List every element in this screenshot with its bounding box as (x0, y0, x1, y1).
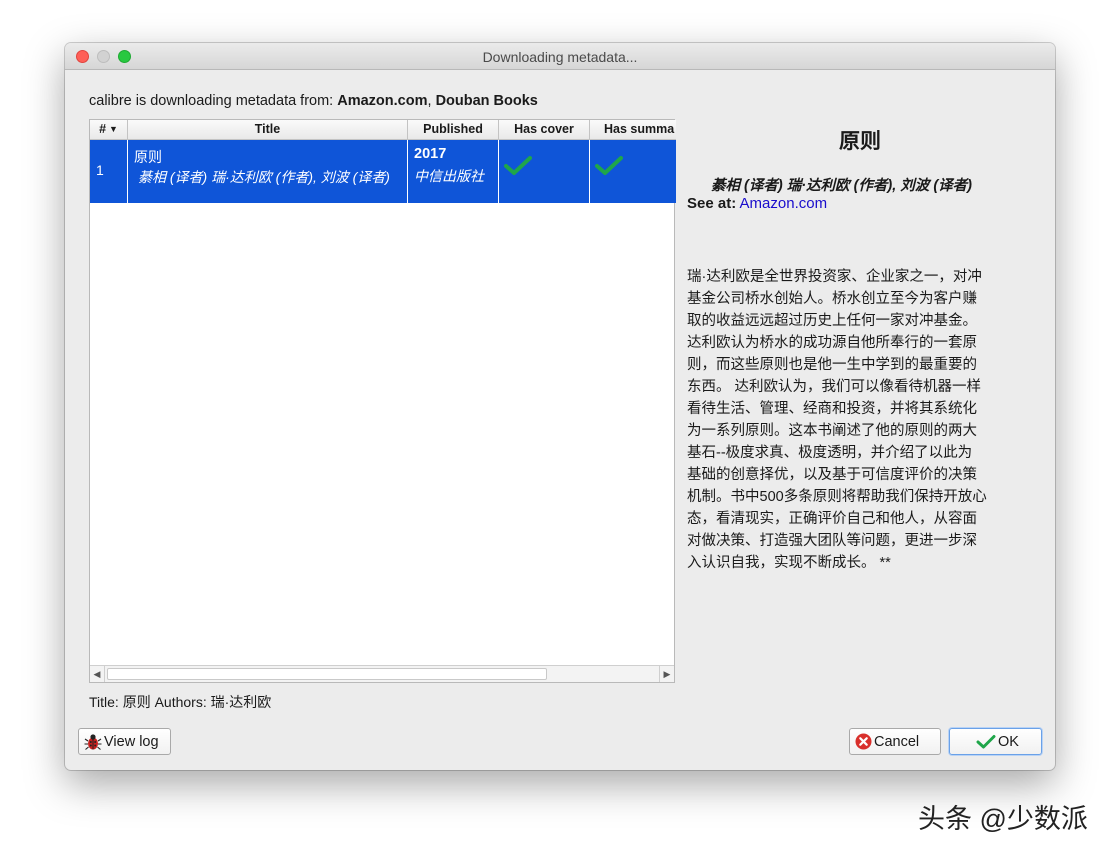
source-douban: Douban Books (435, 93, 538, 109)
checkmark-icon (976, 734, 996, 750)
scrollbar-thumb[interactable] (107, 668, 547, 680)
cell-published: 2017 中信出版社 (408, 140, 499, 203)
window-title: Downloading metadata... (482, 49, 638, 65)
cancel-button[interactable]: Cancel (849, 728, 941, 755)
column-header-published[interactable]: Published (408, 120, 499, 140)
download-source-line: calibre is downloading metadata from: Am… (89, 93, 538, 109)
details-title: 原则 (839, 130, 881, 153)
column-header-number-label: # (99, 122, 107, 136)
cancel-icon (855, 733, 872, 750)
selection-status: Title: 原则 Authors: 瑞·达利欧 (89, 694, 272, 710)
scroll-right-arrow-icon[interactable]: ▶ (659, 666, 674, 682)
cell-number: 1 (90, 140, 128, 203)
row-number: 1 (96, 162, 104, 178)
cell-title: 原则 綦相 (译者) 瑞·达利欧 (作者), 刘波 (译者) (128, 140, 408, 203)
source-prefix: calibre is downloading metadata from: (89, 93, 338, 109)
cancel-label: Cancel (874, 733, 920, 750)
view-log-label: View log (104, 733, 159, 750)
row-year: 2017 (414, 146, 447, 162)
metadata-download-window: Downloading metadata... calibre is downl… (65, 43, 1055, 770)
column-header-has-summary[interactable]: Has summa (590, 120, 676, 140)
bug-icon (84, 733, 102, 751)
column-header-title[interactable]: Title (128, 120, 408, 140)
scroll-left-arrow-icon[interactable]: ◀ (90, 666, 105, 682)
ok-label: OK (998, 733, 1019, 750)
row-authors: 綦相 (译者) 瑞·达利欧 (作者), 刘波 (译者) (138, 169, 390, 185)
row-title: 原则 (134, 149, 162, 165)
row-publisher: 中信出版社 (414, 168, 484, 184)
sort-descending-icon: ▼ (109, 124, 118, 134)
view-log-button[interactable]: View log (78, 728, 171, 755)
ok-button[interactable]: OK (949, 728, 1042, 755)
details-authors: 綦相 (译者) 瑞·达利欧 (作者), 刘波 (译者) (711, 178, 972, 194)
column-header-number[interactable]: # ▼ (90, 120, 128, 140)
checkmark-icon (595, 156, 623, 175)
results-table[interactable]: # ▼ Title Published Has cover Has summa 1… (89, 119, 676, 683)
details-summary: 瑞·达利欧是全世界投资家、企业家之一，对冲 基金公司桥水创始人。桥水创立至今为客… (687, 269, 987, 571)
see-at-label: See at: (687, 195, 737, 212)
checkmark-icon (504, 156, 532, 175)
cell-has-summary (590, 140, 676, 203)
column-header-has-cover[interactable]: Has cover (499, 120, 590, 140)
amazon-link[interactable]: Amazon.com (740, 195, 828, 212)
source-amazon: Amazon.com (337, 93, 428, 109)
title-bar[interactable]: Downloading metadata... (65, 43, 1055, 70)
watermark: 头条 @少数派 (918, 804, 1088, 834)
horizontal-scrollbar[interactable]: ◀ ▶ (90, 665, 674, 682)
cell-has-cover (499, 140, 590, 203)
source-separator: , (427, 93, 436, 109)
table-header: # ▼ Title Published Has cover Has summa (90, 120, 676, 140)
table-row[interactable]: 1 原则 綦相 (译者) 瑞·达利欧 (作者), 刘波 (译者) 2017 中信… (90, 140, 676, 203)
details-see-at: See at: Amazon.com (687, 195, 827, 212)
